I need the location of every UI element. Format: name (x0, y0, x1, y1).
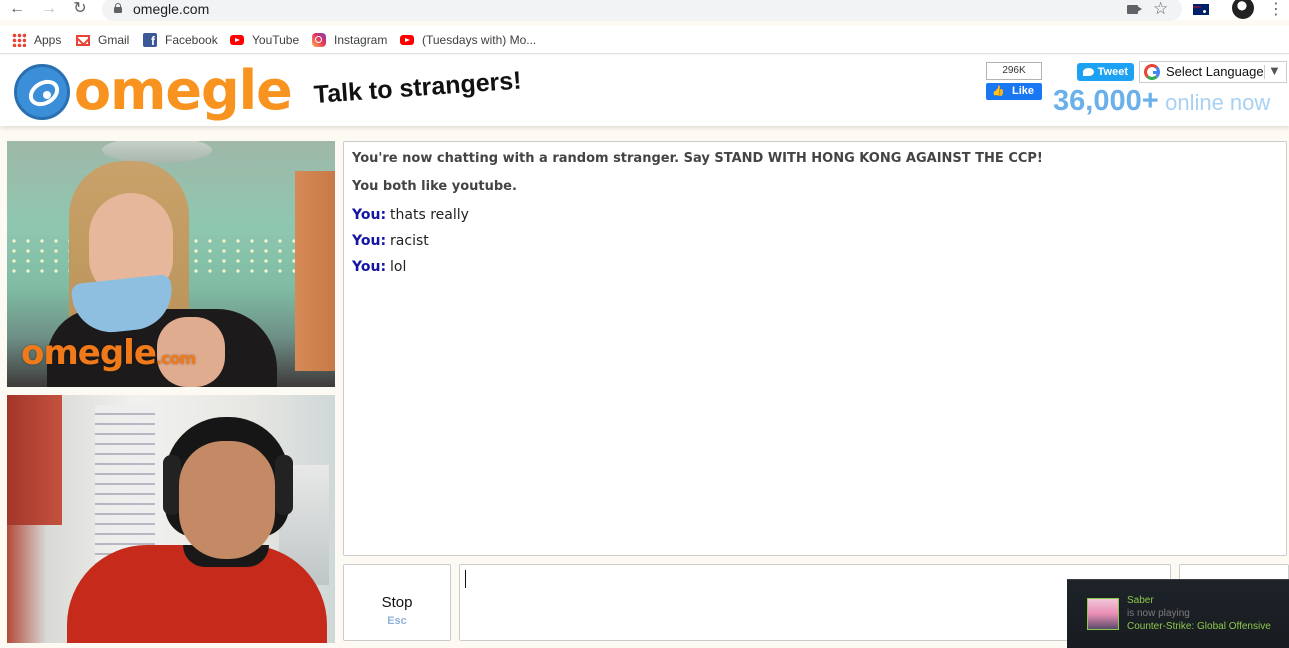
bookmark-apps[interactable]: Apps (12, 31, 61, 49)
back-arrow-icon[interactable]: ← (8, 0, 26, 18)
bookmark-label: YouTube (252, 33, 300, 47)
status-message: You're now chatting with a random strang… (352, 151, 1043, 166)
bookmark-label: Instagram (334, 33, 388, 47)
message-text: racist (390, 233, 429, 249)
camera-icon[interactable] (1127, 5, 1142, 14)
red-curtain (7, 395, 62, 525)
bookmark-tuesdays-with[interactable]: (Tuesdays with) Mo... (400, 31, 536, 49)
bookmark-label: Gmail (98, 33, 130, 47)
wall-decor (295, 171, 335, 371)
message-sender: You: (352, 207, 387, 223)
online-number: 36,000+ (1053, 85, 1159, 117)
forward-arrow-icon[interactable]: → (40, 0, 58, 18)
message-sender: You: (352, 259, 387, 275)
status-message: You both like youtube. (352, 179, 517, 194)
self-video (7, 395, 335, 643)
language-select[interactable]: Select Language ▼ (1139, 61, 1287, 83)
omegle-logo-icon[interactable] (14, 64, 70, 120)
bookmark-gmail[interactable]: Gmail (76, 31, 129, 49)
address-bar[interactable]: omegle.com (102, 0, 1182, 21)
message-input[interactable] (459, 564, 1171, 641)
url-text[interactable]: omegle.com (133, 1, 209, 17)
stop-shortcut: Esc (387, 615, 407, 627)
profile-avatar[interactable] (1232, 0, 1254, 19)
like-count: 296K (986, 62, 1042, 80)
facebook-icon: f (143, 33, 157, 48)
youtube-icon (400, 35, 414, 45)
omegle-logo-text[interactable]: omegle (74, 59, 293, 122)
lock-icon (114, 3, 122, 13)
message-sender: You: (352, 233, 387, 249)
gmail-icon (76, 35, 90, 46)
bookmark-star-icon[interactable]: ☆ (1153, 0, 1168, 19)
bookmark-instagram[interactable]: Instagram (312, 31, 387, 49)
stop-button[interactable]: Stop Esc (343, 564, 451, 641)
dropdown-arrow-icon: ▼ (1268, 63, 1281, 78)
apps-grid-icon (12, 33, 26, 47)
stop-label: Stop (381, 594, 413, 611)
chat-message: You: racist (352, 233, 1278, 249)
friend-avatar (1087, 598, 1119, 630)
bookmark-label: Apps (34, 33, 62, 47)
omegle-watermark: omegle.com (21, 333, 196, 373)
divider (1264, 65, 1265, 79)
message-text: thats really (390, 207, 469, 223)
watermark-text: omegle (21, 333, 157, 373)
reload-icon[interactable]: ↻ (71, 0, 89, 18)
self-face (179, 441, 275, 559)
facebook-like-widget: 296K Like (986, 62, 1042, 100)
text-caret (465, 570, 466, 588)
watermark-suffix: .com (155, 349, 196, 368)
friend-name: Saber (1127, 595, 1154, 606)
more-menu-icon[interactable]: ⋮ (1268, 0, 1284, 19)
bookmark-facebook[interactable]: f Facebook (143, 31, 218, 49)
online-label: online now (1165, 90, 1271, 115)
stranger-video: omegle.com (7, 141, 335, 387)
message-text: lol (390, 259, 407, 275)
chat-log[interactable]: You're now chatting with a random strang… (343, 141, 1287, 556)
bookmark-label: Facebook (165, 33, 218, 47)
bookmarks-bar: Apps Gmail f Facebook YouTube Instagram … (0, 26, 1289, 54)
instagram-icon (312, 33, 326, 47)
australia-flag-icon[interactable] (1193, 4, 1209, 15)
bookmark-label: (Tuesdays with) Mo... (422, 33, 537, 47)
bookmark-youtube[interactable]: YouTube (230, 31, 299, 49)
site-header: omegle Talk to strangers! 296K Like Twee… (0, 55, 1289, 126)
youtube-icon (230, 35, 244, 45)
headset-right (275, 455, 293, 515)
friend-status: is now playing (1127, 608, 1190, 619)
game-title: Counter-Strike: Global Offensive (1127, 621, 1271, 632)
tweet-button[interactable]: Tweet (1077, 63, 1134, 81)
steam-notification[interactable]: Saber is now playing Counter-Strike: Glo… (1067, 579, 1289, 648)
chat-message: You: lol (352, 259, 1278, 275)
chat-message: You: thats really (352, 207, 1278, 223)
google-icon (1144, 64, 1160, 80)
online-count: 36,000+ online now (1053, 85, 1270, 118)
like-button[interactable]: Like (986, 83, 1042, 100)
language-select-label: Select Language (1166, 64, 1264, 79)
browser-toolbar: ← → ↻ omegle.com ☆ ⋮ (0, 0, 1289, 21)
tagline: Talk to strangers! (312, 66, 523, 109)
ceiling-fan (102, 141, 212, 163)
